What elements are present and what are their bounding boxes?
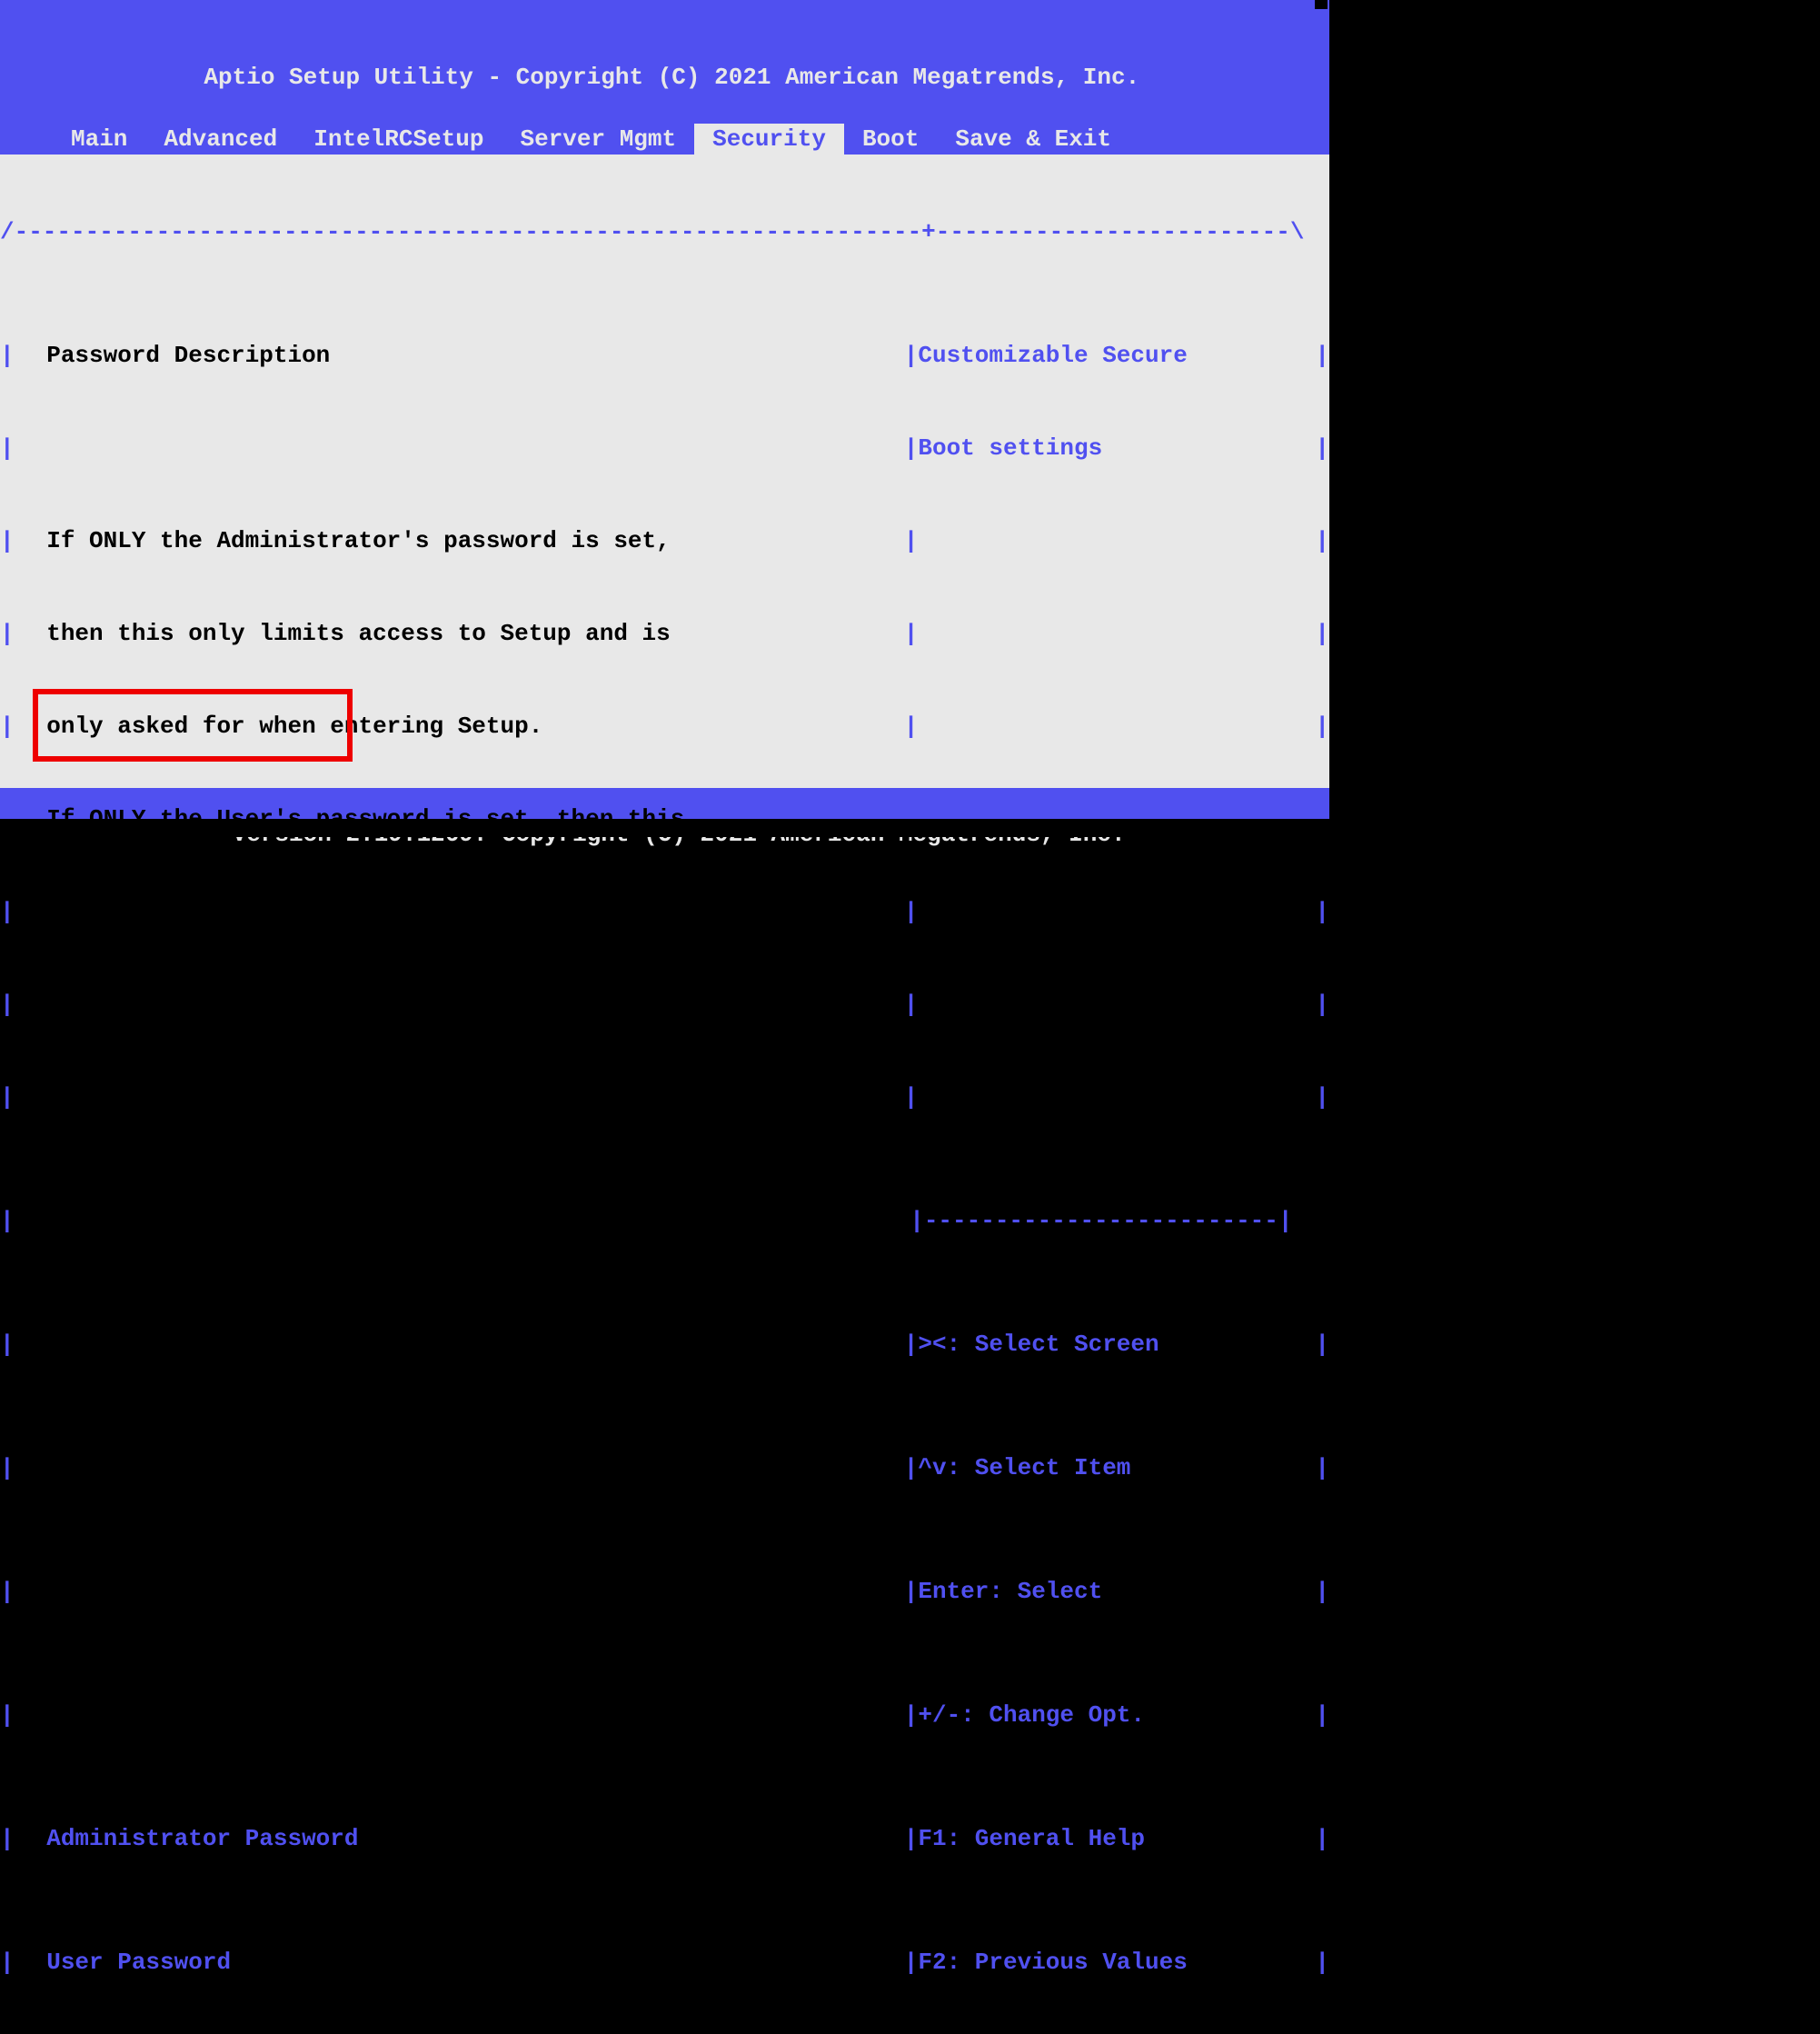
max-length-value: 20 xyxy=(410,1578,438,1605)
border-top: /---------------------------------------… xyxy=(0,216,1304,247)
key-help: F2: Previous Values xyxy=(918,1947,1315,1978)
tab-intelrcsetup[interactable]: IntelRCSetup xyxy=(295,124,502,155)
key-help: +/-: Change Opt. xyxy=(918,1700,1315,1730)
administrator-password-item[interactable]: Administrator Password xyxy=(28,1823,904,1854)
min-length-label: Minimum length xyxy=(46,1452,410,1483)
help-desc-line-2: Boot settings xyxy=(918,433,1315,464)
tab-save-exit[interactable]: Save & Exit xyxy=(937,124,1129,155)
body-line: have Administrator rights. xyxy=(28,1082,904,1112)
cursor-icon xyxy=(1315,0,1328,9)
menu-bar: Main Advanced IntelRCSetup Server Mgmt S… xyxy=(0,124,1329,155)
body-line: boot or enter Setup. In Setup the User w… xyxy=(28,989,904,1020)
key-help: ^v: Select Item xyxy=(918,1452,1315,1483)
help-desc-line-1: Customizable Secure xyxy=(918,340,1315,371)
: Enter: Select xyxy=(918,1576,1315,1607)
tab-server-mgmt[interactable]: Server Mgmt xyxy=(502,124,694,155)
bios-header-title: Aptio Setup Utility - Copyright (C) 2021… xyxy=(0,62,1329,93)
tab-main[interactable]: Main xyxy=(53,124,145,155)
tab-security[interactable]: Security xyxy=(694,124,844,155)
border-mid: |-------------------------| xyxy=(910,1205,1292,1236)
min-length-value: 3 xyxy=(410,1454,424,1481)
user-password-item[interactable]: User Password xyxy=(28,1947,904,1978)
body-line: only asked for when entering Setup. xyxy=(28,711,904,742)
tab-boot[interactable]: Boot xyxy=(844,124,937,155)
body-line: then this only limits access to Setup an… xyxy=(28,618,904,649)
password-description-heading: Password Description xyxy=(28,340,904,371)
content-area: /---------------------------------------… xyxy=(0,155,1329,788)
key-help: ><: Select Screen xyxy=(918,1329,1315,1360)
tab-advanced[interactable]: Advanced xyxy=(145,124,295,155)
body-line: in the following range: xyxy=(28,1329,904,1360)
body-line: is a power on password and must be enter… xyxy=(28,896,904,927)
key-help: F1: General Help xyxy=(918,1823,1315,1854)
body-line: If ONLY the Administrator's password is … xyxy=(28,525,904,556)
max-length-label: Maximum length xyxy=(46,1576,410,1607)
body-line: The password length must be xyxy=(28,1205,910,1236)
